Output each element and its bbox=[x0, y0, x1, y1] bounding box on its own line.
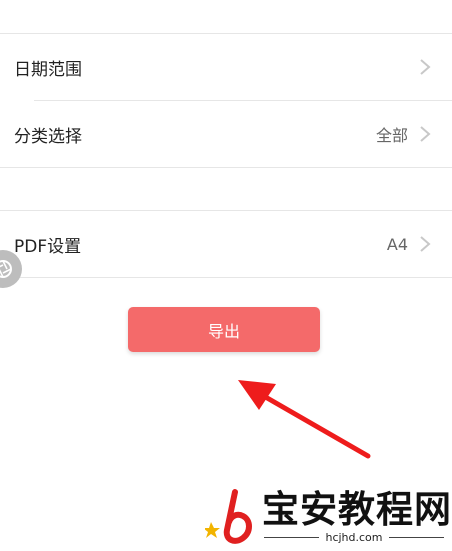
watermark-url: hcjhd.com bbox=[325, 531, 383, 544]
divider bbox=[264, 537, 320, 538]
watermark-logo-icon bbox=[205, 489, 252, 544]
watermark-url-line: hcjhd.com bbox=[264, 531, 444, 544]
annotation-arrow-icon bbox=[238, 380, 371, 459]
divider bbox=[388, 537, 444, 538]
watermark-text: 宝安教程网 bbox=[262, 487, 452, 531]
